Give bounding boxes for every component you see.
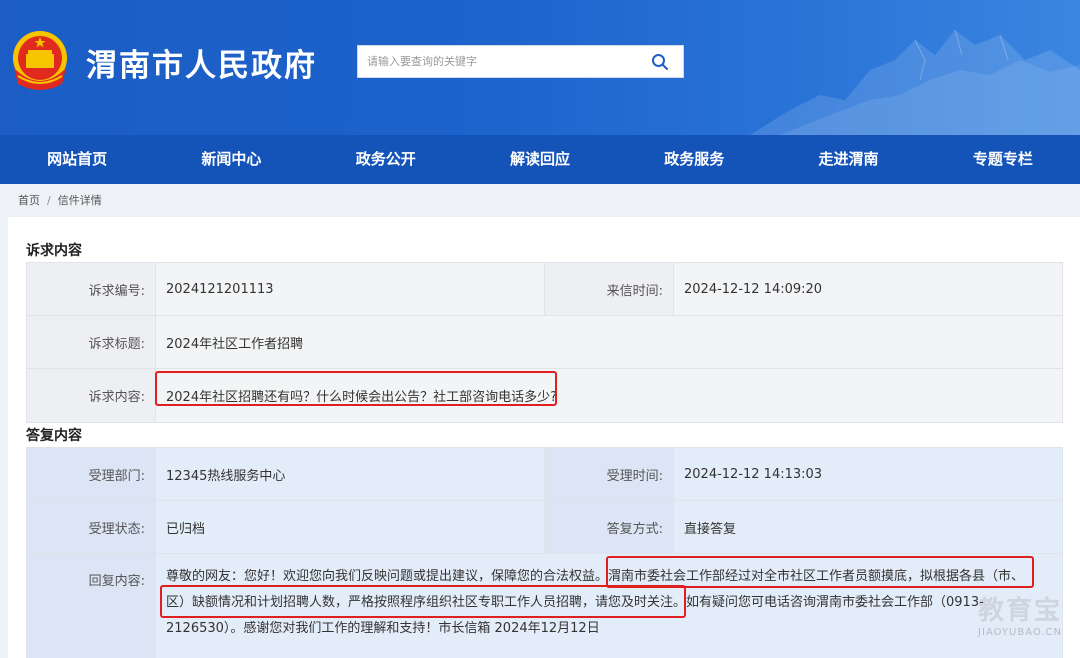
reply-time-label: 受理时间: xyxy=(545,448,674,500)
nav-item-services[interactable]: 政务服务 xyxy=(617,135,771,184)
appeal-number-value: 2024121201113 xyxy=(156,263,545,315)
reply-method-value: 直接答复 xyxy=(684,521,737,537)
reply-line-1: 尊敬的网友：您好！欢迎您向我们反映问题或提出建议，保障您的合法权益。渭南市委社会… xyxy=(166,569,1025,584)
breadcrumb-home[interactable]: 首页 xyxy=(18,194,40,207)
search-input[interactable] xyxy=(358,46,638,77)
search-button[interactable] xyxy=(637,46,683,77)
reply-line-2: 区）缺额情况和计划招聘人数，严格按照程序组织社区专职工作人员招聘，请您及时关注。… xyxy=(166,595,984,610)
site-header: 渭南市人民政府 xyxy=(0,0,1080,135)
nav-item-news[interactable]: 新闻中心 xyxy=(154,135,308,184)
appeal-title-value: 2024年社区工作者招聘 xyxy=(166,336,304,352)
table-row: 诉求标题: 2024年社区工作者招聘 xyxy=(27,316,1062,369)
table-row: 诉求内容: 2024年社区招聘还有吗？什么时候会出公告？社工部咨询电话多少? xyxy=(27,369,1062,422)
letter-detail: 诉求内容 诉求编号: 2024121201113 来信时间: 2024-12-1… xyxy=(8,217,1080,658)
reply-status-value: 已归档 xyxy=(156,501,545,553)
appeal-number-label: 诉求编号: xyxy=(27,263,156,315)
reply-dept-label: 受理部门: xyxy=(27,448,156,500)
reply-content-value: 尊敬的网友：您好！欢迎您向我们反映问题或提出建议，保障您的合法权益。渭南市委社会… xyxy=(156,554,1062,658)
reply-dept-value: 12345热线服务中心 xyxy=(156,448,545,500)
table-row: 受理状态: 已归档 答复方式: 直接答复 xyxy=(27,501,1062,554)
nav-item-about-weinan[interactable]: 走进渭南 xyxy=(771,135,925,184)
breadcrumb-separator: / xyxy=(47,194,51,207)
table-row: 回复内容: 尊敬的网友：您好！欢迎您向我们反映问题或提出建议，保障您的合法权益。… xyxy=(27,554,1062,658)
appeal-section-title: 诉求内容 xyxy=(26,243,82,259)
main-nav: 网站首页 新闻中心 政务公开 解读回应 政务服务 走进渭南 专题专栏 xyxy=(0,135,1080,184)
search-box xyxy=(357,45,684,78)
appeal-time-value: 2024-12-12 14:09:20 xyxy=(684,281,823,297)
nav-item-home[interactable]: 网站首页 xyxy=(0,135,154,184)
breadcrumb-current: 信件详情 xyxy=(57,194,102,207)
watermark-url: JIAOYUBAO.CN xyxy=(978,627,1062,638)
site-title: 渭南市人民政府 xyxy=(86,48,317,84)
reply-time-value: 2024-12-12 14:13:03 xyxy=(684,466,823,482)
table-row: 受理部门: 12345热线服务中心 受理时间: 2024-12-12 14:13… xyxy=(27,448,1062,501)
nav-item-gov-affairs[interactable]: 政务公开 xyxy=(309,135,463,184)
reply-method-label: 答复方式: xyxy=(545,501,674,553)
table-row: 诉求编号: 2024121201113 来信时间: 2024-12-12 14:… xyxy=(27,263,1062,316)
nav-item-topics[interactable]: 专题专栏 xyxy=(926,135,1080,184)
search-icon xyxy=(652,53,668,70)
national-emblem-icon xyxy=(13,31,67,90)
appeal-content-value: 2024年社区招聘还有吗？什么时候会出公告？社工部咨询电话多少? xyxy=(166,390,557,405)
appeal-table: 诉求编号: 2024121201113 来信时间: 2024-12-12 14:… xyxy=(26,262,1063,423)
reply-content-label: 回复内容: xyxy=(27,554,156,658)
appeal-content-label: 诉求内容: xyxy=(27,369,156,422)
appeal-title-label: 诉求标题: xyxy=(27,316,156,368)
nav-item-interpretation[interactable]: 解读回应 xyxy=(463,135,617,184)
watermark: 教育宝 JIAOYUBAO.CN xyxy=(978,590,1062,638)
appeal-time-label: 来信时间: xyxy=(545,263,674,315)
reply-table: 受理部门: 12345热线服务中心 受理时间: 2024-12-12 14:13… xyxy=(26,447,1063,658)
reply-section-title: 答复内容 xyxy=(26,428,82,444)
mountain-decoration xyxy=(750,29,1080,135)
reply-status-label: 受理状态: xyxy=(27,501,156,553)
watermark-brand: 教育宝 xyxy=(977,596,1062,626)
breadcrumb: 首页 / 信件详情 xyxy=(0,184,1080,217)
reply-line-3: 2126530）。感谢您对我们工作的理解和支持！市长信箱 2024年12月12日 xyxy=(166,621,600,636)
